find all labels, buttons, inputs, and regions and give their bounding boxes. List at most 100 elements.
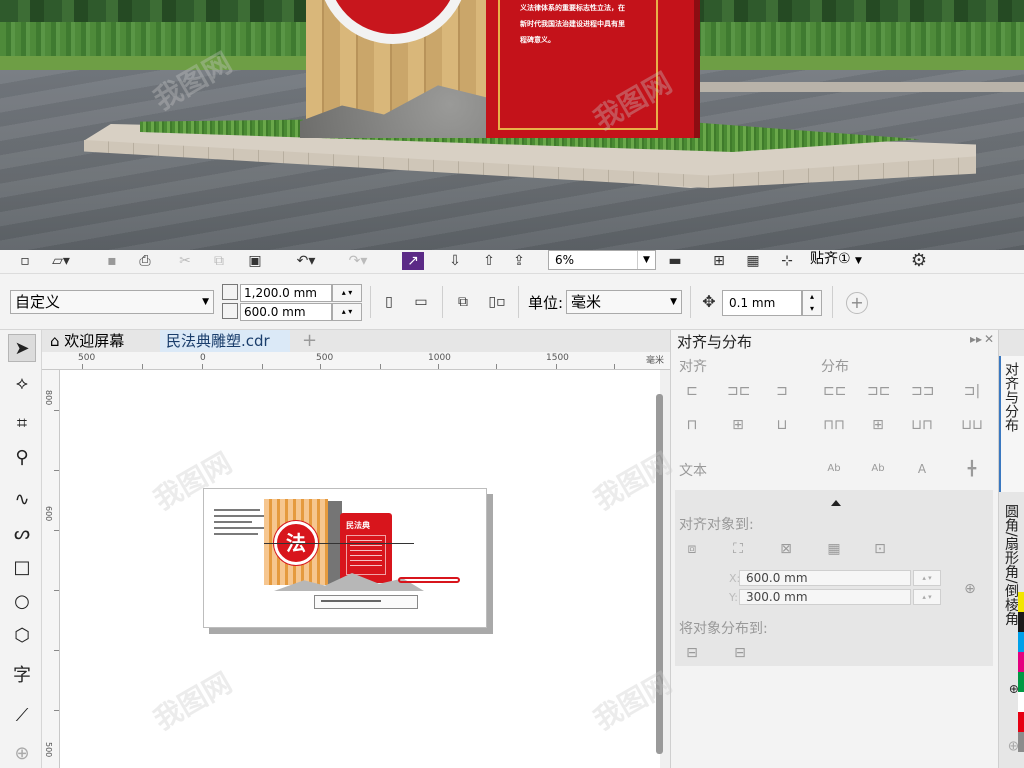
leader-line[interactable] (264, 543, 414, 544)
nudge-distance-input[interactable]: 0.1 mm (722, 290, 802, 316)
portrait-icon[interactable]: ▯ (378, 292, 400, 314)
y-coordinate-input[interactable]: 300.0 mm (739, 589, 911, 605)
rectangle-tool-icon[interactable]: □ (8, 554, 36, 582)
grid-icon[interactable]: ▦ (823, 538, 845, 560)
red-ribbon-shape[interactable] (398, 577, 460, 583)
red-book-shape[interactable]: 民法典 (340, 513, 392, 583)
active-objects-icon[interactable]: ⧈ (681, 538, 703, 560)
x-coordinate-input[interactable]: 600.0 mm (739, 570, 911, 586)
paste-icon[interactable]: ▣ (244, 252, 266, 270)
zoom-tool-icon[interactable]: ⚲ (8, 444, 36, 472)
full-screen-icon[interactable]: ▬ (664, 252, 686, 270)
quick-customize-icon[interactable]: + (846, 292, 868, 314)
redo-icon[interactable]: ↷▾ (336, 252, 380, 270)
publish-pdf-icon[interactable]: ⇪ (508, 252, 530, 270)
tab-document[interactable]: 民法典雕塑.cdr (160, 330, 290, 352)
export-icon[interactable]: ⇧ (478, 252, 500, 270)
tab-align-distribute[interactable]: 对齐与分布 (999, 356, 1024, 492)
page-center-icon[interactable]: ⊠ (775, 538, 797, 560)
page-height-input[interactable]: 600.0 mm (240, 303, 332, 321)
parallel-dimension-icon[interactable]: ⟋ (8, 702, 36, 730)
gear-icon[interactable]: ⚙ (906, 252, 932, 270)
nudge-spinner[interactable]: ▴ ▾ (802, 290, 822, 316)
text-lines-graphic[interactable] (214, 509, 270, 539)
width-spinner[interactable]: ▴ ▾ (332, 284, 362, 302)
page-size-select[interactable]: 自定义 ▼ (10, 290, 214, 314)
palette-swatch[interactable] (1018, 732, 1024, 752)
collapse-icon[interactable]: ▸▸ (970, 332, 982, 346)
landscape-icon[interactable]: ▭ (410, 292, 432, 314)
copy-icon[interactable]: ⧉ (208, 252, 230, 270)
text-last-line-icon[interactable]: Ab (867, 458, 889, 480)
drawing-page[interactable]: 法 民法典 (203, 488, 487, 628)
collapse-arrow-icon[interactable] (831, 500, 841, 506)
shape-tool-icon[interactable]: ⟡ (8, 370, 36, 398)
text-first-line-icon[interactable]: Ab (823, 458, 845, 480)
align-center-h-icon[interactable]: ⊐⊏ (727, 380, 750, 402)
vertical-scrollbar[interactable] (656, 394, 663, 754)
open-folder-icon[interactable]: ▱▾ (46, 252, 76, 270)
new-document-icon[interactable]: ▫ (14, 252, 36, 270)
drawing-canvas[interactable]: 法 民法典 (60, 370, 660, 768)
text-tool-icon[interactable]: 字 (8, 662, 36, 690)
align-center-v-icon[interactable]: ⊞ (727, 414, 749, 436)
close-icon[interactable]: ✕ (984, 332, 994, 346)
artistic-media-icon[interactable]: ᔕ (8, 520, 36, 548)
units-select[interactable]: 毫米 ▼ (566, 290, 682, 314)
freehand-tool-icon[interactable]: ∿ (8, 486, 36, 514)
horizontal-ruler[interactable]: 500 0 500 1000 1500 毫米 (42, 352, 670, 370)
ellipse-tool-icon[interactable]: ○ (8, 588, 36, 616)
palette-swatch[interactable] (1018, 592, 1024, 612)
palette-swatch[interactable] (1018, 672, 1024, 692)
snap-to-dropdown[interactable]: 贴齐① ▼ (810, 250, 896, 270)
page-width-input[interactable]: 1,200.0 mm (240, 284, 332, 302)
distribute-top-icon[interactable]: ⊓⊓ (823, 414, 845, 436)
align-left-icon[interactable]: ⊏ (681, 380, 703, 402)
show-grid-icon[interactable]: ▦ (740, 252, 766, 270)
page-edge-icon[interactable]: ⛶ (727, 538, 749, 560)
cut-icon[interactable]: ✂ (174, 252, 196, 270)
zoom-level-select[interactable]: 6% ▼ (548, 250, 656, 270)
add-tool-icon[interactable]: ⊕ (8, 740, 36, 768)
palette-swatch[interactable] (1018, 632, 1024, 652)
text-outline-icon[interactable]: ╋ (961, 458, 983, 480)
specified-point-icon[interactable]: ⊡ (869, 538, 891, 560)
distribute-center-h-icon[interactable]: ⊐⊏ (867, 380, 890, 402)
palette-swatch[interactable] (1018, 692, 1024, 712)
distribute-spacing-v-icon[interactable]: ⊔⊓ (911, 414, 933, 436)
color-palette[interactable] (1018, 592, 1024, 768)
tab-welcome-screen[interactable]: ⌂ 欢迎屏幕 (44, 330, 160, 352)
vertical-ruler[interactable]: 800 600 500 (42, 370, 60, 768)
pick-tool-icon[interactable]: ➤ (8, 334, 36, 362)
distribute-bottom-icon[interactable]: ⊔⊔ (961, 414, 983, 436)
x-spinner[interactable]: ▴ ▾ (913, 570, 941, 586)
align-top-icon[interactable]: ⊓ (681, 414, 703, 436)
undo-icon[interactable]: ↶▾ (284, 252, 328, 270)
align-bottom-icon[interactable]: ⊔ (771, 414, 793, 436)
import-icon[interactable]: ⇩ (444, 252, 466, 270)
all-pages-icon[interactable]: ⧉ (452, 292, 474, 314)
current-page-icon[interactable]: ▯▫ (486, 292, 508, 314)
search-content-icon[interactable]: ↗ (402, 252, 424, 270)
save-icon[interactable]: ▪ (102, 252, 122, 270)
align-right-icon[interactable]: ⊐ (771, 380, 793, 402)
distribute-spacing-h-icon[interactable]: ⊐⊐ (911, 380, 934, 402)
distribute-page-icon[interactable]: ⊟ (729, 642, 751, 664)
pick-point-icon[interactable]: ⊕ (959, 578, 981, 600)
text-bounding-box-icon[interactable]: A (911, 458, 933, 480)
distribute-left-icon[interactable]: ⊏⊏ (823, 380, 846, 402)
height-spinner[interactable]: ▴ ▾ (332, 303, 362, 321)
crop-tool-icon[interactable]: ⌗ (8, 410, 36, 438)
print-icon[interactable]: ⎙ (134, 252, 156, 270)
distribute-selection-icon[interactable]: ⊟ (681, 642, 703, 664)
show-rulers-icon[interactable]: ⊞ (706, 252, 732, 270)
distribute-right-icon[interactable]: ⊐| (961, 380, 983, 402)
plaque-shape[interactable] (314, 595, 418, 609)
polygon-tool-icon[interactable]: ⬡ (8, 622, 36, 650)
palette-swatch[interactable] (1018, 652, 1024, 672)
distribute-center-v-icon[interactable]: ⊞ (867, 414, 889, 436)
show-guidelines-icon[interactable]: ⊹ (774, 252, 800, 270)
palette-swatch[interactable] (1018, 712, 1024, 732)
new-tab-button[interactable]: + (296, 330, 317, 352)
palette-swatch[interactable] (1018, 612, 1024, 632)
